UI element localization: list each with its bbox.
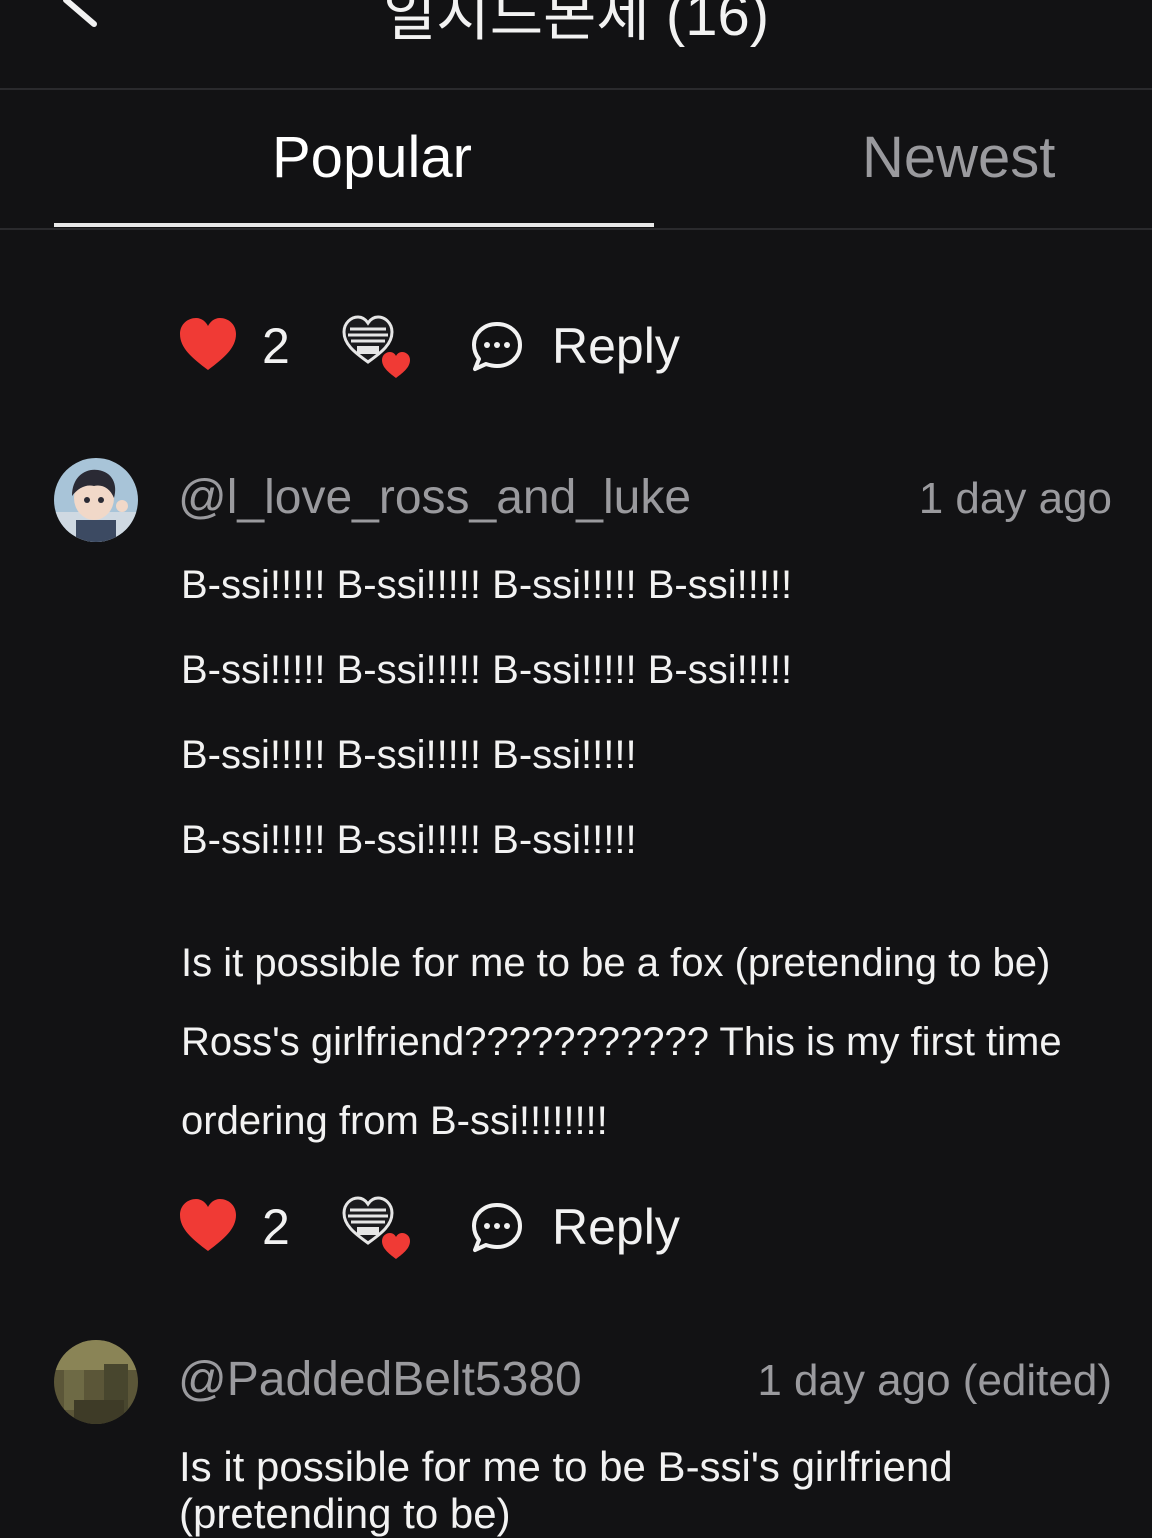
avatar[interactable] — [54, 1340, 138, 1424]
comment-text-line: B-ssi!!!!! B-ssi!!!!! B-ssi!!!!! B-ssi!!… — [181, 563, 793, 607]
comment-text-line: ordering from B-ssi!!!!!!!! — [181, 1099, 608, 1143]
comment-text-line: Is it possible for me to be a fox (prete… — [181, 941, 1051, 985]
avatar-image — [54, 458, 138, 542]
avatar[interactable] — [54, 458, 138, 542]
tab-popular[interactable]: Popular — [272, 118, 472, 198]
comment-timestamp: 1 day ago (edited) — [757, 1356, 1112, 1405]
heart-icon[interactable] — [178, 1197, 238, 1253]
comment-username[interactable]: @PaddedBelt5380 — [178, 1352, 582, 1407]
active-tab-indicator — [54, 223, 654, 227]
comment-text-line: Ross's girlfriend??????????? This is my … — [181, 1020, 1062, 1064]
comment-timestamp: 1 day ago — [918, 474, 1112, 523]
creator-heart-icon — [342, 1196, 410, 1259]
comment-text-line: B-ssi!!!!! B-ssi!!!!! B-ssi!!!!! — [181, 733, 637, 777]
chat-bubble-icon — [472, 322, 522, 371]
heart-icon[interactable] — [178, 316, 238, 372]
reply-label: Reply — [552, 1199, 680, 1255]
like-count: 2 — [262, 1199, 290, 1255]
top-bar: 일시드본세 (16) — [0, 0, 1152, 90]
comment-username[interactable]: @l_love_ross_and_luke — [178, 470, 691, 525]
comment-text-line: B-ssi!!!!! B-ssi!!!!! B-ssi!!!!! — [181, 818, 637, 862]
comment-text-line: Is it possible for me to be B-ssi's girl… — [179, 1443, 953, 1490]
creator-heart-icon — [342, 315, 410, 378]
comment-actions: 2 Reply — [178, 314, 738, 378]
comment-text-line: (pretending to be) — [179, 1490, 511, 1537]
reply-label: Reply — [552, 318, 680, 374]
comment-text-line: B-ssi!!!!! B-ssi!!!!! B-ssi!!!!! B-ssi!!… — [181, 648, 793, 692]
like-count: 2 — [262, 318, 290, 374]
comment-actions: 2 Reply — [178, 1195, 738, 1259]
page-title: 일시드본세 (16) — [382, 0, 770, 48]
chat-bubble-icon — [472, 1203, 522, 1252]
sort-tabs: Popular Newest — [0, 90, 1152, 230]
tab-newest[interactable]: Newest — [862, 118, 1055, 198]
avatar-image — [54, 1340, 138, 1424]
